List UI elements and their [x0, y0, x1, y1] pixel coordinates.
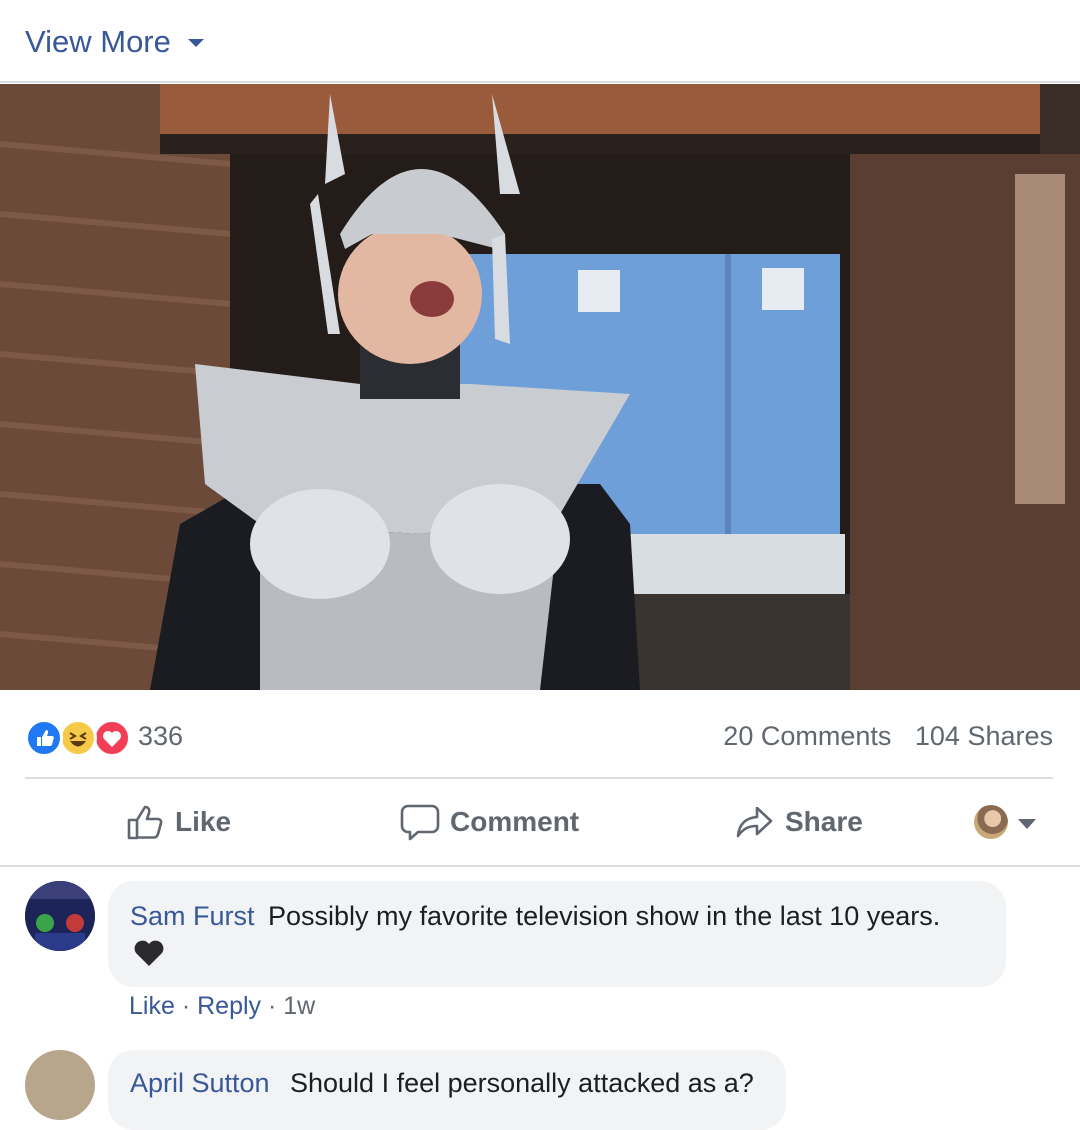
reactions-summary[interactable]: 336 20 Comments 104 Shares — [0, 705, 1080, 765]
post-video[interactable] — [0, 84, 1080, 690]
comment-bubble: April Sutton Should I feel personally at… — [108, 1050, 786, 1130]
caret-down-icon[interactable] — [1018, 819, 1036, 829]
comment-time[interactable]: 1w — [283, 992, 315, 1020]
comment-button[interactable]: Comment — [400, 802, 579, 842]
comment-meta: Like · Reply · 1w — [129, 992, 316, 1020]
reaction-avatar[interactable] — [974, 805, 1008, 839]
haha-icon — [59, 719, 97, 757]
thumbs-up-icon — [127, 805, 163, 840]
comment-author[interactable]: Sam Furst — [130, 901, 255, 932]
comment-text: Possibly my favorite television show in … — [268, 901, 941, 931]
comment-label: Comment — [450, 806, 580, 837]
video-still — [0, 84, 1080, 690]
like-icon — [25, 719, 63, 757]
engagement-counts: 20 Comments 104 Shares — [707, 721, 1053, 752]
comment-text: Should I feel personally attacked as a? — [290, 1068, 754, 1098]
shares-count[interactable]: 104 Shares — [915, 721, 1053, 751]
comments-count[interactable]: 20 Comments — [723, 721, 891, 751]
divider — [25, 777, 1053, 779]
share-button[interactable]: Share — [735, 802, 863, 842]
view-more-link[interactable]: View More — [25, 24, 171, 60]
share-icon — [736, 806, 773, 838]
avatar-image — [25, 881, 95, 951]
reaction-icons[interactable] — [25, 719, 135, 759]
love-icon — [93, 719, 131, 757]
view-more-bar[interactable]: View More — [0, 0, 1080, 83]
reaction-count[interactable]: 336 — [138, 721, 183, 752]
comment-like-link[interactable]: Like — [129, 992, 175, 1020]
chevron-down-icon — [188, 39, 204, 47]
avatar[interactable] — [25, 881, 95, 951]
comment-author[interactable]: April Sutton — [130, 1068, 270, 1099]
comment-bubble: Sam Furst Possibly my favorite televisio… — [108, 881, 1006, 987]
avatar[interactable] — [25, 1050, 95, 1120]
post-actions: Like Comment Share — [0, 780, 1080, 867]
black-heart-icon — [134, 940, 164, 966]
like-label: Like — [175, 806, 232, 837]
comment-icon — [400, 804, 440, 841]
like-button[interactable]: Like — [125, 802, 231, 842]
comment-reply-link[interactable]: Reply — [197, 992, 261, 1020]
share-label: Share — [785, 806, 863, 837]
